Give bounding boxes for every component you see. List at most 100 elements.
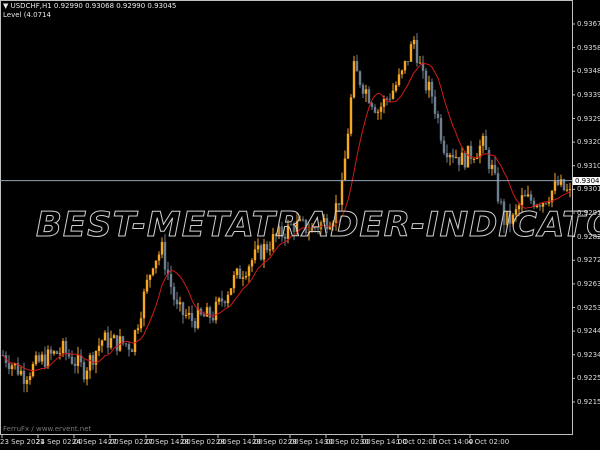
candle-body <box>412 39 416 45</box>
y-axis-label: 0.92820 <box>577 232 600 241</box>
candle-body <box>229 288 233 295</box>
candle-body <box>451 154 455 158</box>
candle-body <box>457 157 461 165</box>
candle-body <box>361 85 365 94</box>
candle-body <box>97 345 101 352</box>
candle-body <box>349 97 353 134</box>
candle-body <box>409 44 413 62</box>
current-level-label: 0.93045 <box>573 176 600 185</box>
candle-body <box>193 321 197 329</box>
candle-body <box>136 328 140 331</box>
candle-body <box>64 340 68 353</box>
candle-body <box>22 370 26 384</box>
candle-body <box>100 340 104 346</box>
y-axis-label: 0.92630 <box>577 279 600 288</box>
candle-body <box>376 111 380 113</box>
y-axis-label: 0.92345 <box>577 350 600 359</box>
candle-body <box>520 195 524 206</box>
candle-body <box>346 133 350 159</box>
candle-body <box>226 294 230 304</box>
candle-body <box>172 286 176 300</box>
candle-body <box>58 353 62 355</box>
candle-body <box>529 194 533 201</box>
x-axis-label: 1 Oct 02:00 <box>396 438 438 446</box>
candle-body <box>268 249 272 251</box>
candle-body <box>262 244 266 260</box>
y-axis-label: 0.93200 <box>577 138 600 147</box>
candle-body <box>415 39 419 63</box>
candle-body <box>487 149 491 169</box>
candle-body <box>190 312 194 322</box>
candle-body <box>181 302 185 316</box>
candle-body <box>352 61 356 98</box>
candle-body <box>568 189 572 191</box>
candle-body <box>454 157 458 159</box>
candle-body <box>463 152 467 168</box>
y-axis-label: 0.92535 <box>577 303 600 312</box>
candle-body <box>196 308 200 329</box>
candle-body <box>382 98 386 107</box>
candle-body <box>253 249 257 261</box>
y-axis-label: 0.93010 <box>577 185 600 194</box>
candle-body <box>484 135 488 150</box>
candle-body <box>76 354 80 366</box>
y-axis-label: 0.93580 <box>577 43 600 52</box>
candle-body <box>55 351 59 354</box>
candle-body <box>34 355 38 365</box>
candle-body <box>565 189 569 191</box>
candle-body <box>388 98 392 100</box>
y-axis-label: 0.92155 <box>577 398 600 406</box>
candle-body <box>163 241 167 270</box>
candle-body <box>460 152 464 165</box>
candle-body <box>472 158 476 160</box>
candle-body <box>553 181 557 191</box>
candle-body <box>187 312 191 315</box>
y-axis-label: 0.93675 <box>577 20 600 28</box>
indicator-level-label: Level (4.0714 <box>3 11 51 19</box>
candle-body <box>31 364 35 377</box>
candle-body <box>214 301 218 321</box>
candle-body <box>19 370 23 375</box>
candle-body <box>424 70 428 91</box>
candle-body <box>235 268 239 276</box>
candle-body <box>232 275 236 289</box>
candle-body <box>112 335 116 339</box>
candle-body <box>343 158 347 181</box>
candle-body <box>46 349 50 367</box>
candle-body <box>496 173 500 202</box>
candle-body <box>28 376 32 380</box>
candle-body <box>241 277 245 279</box>
candle-body <box>127 344 131 350</box>
candle-body <box>70 356 74 364</box>
candle-body <box>130 349 134 353</box>
candle-body <box>358 71 362 86</box>
candle-body <box>115 335 119 351</box>
candle-body <box>448 154 452 158</box>
candle-body <box>394 84 398 91</box>
candle-body <box>124 343 128 345</box>
candle-body <box>205 307 209 317</box>
candle-body <box>481 135 485 146</box>
candle-body <box>139 318 143 329</box>
candle-body <box>259 245 263 260</box>
candle-body <box>49 349 53 354</box>
candle-body <box>445 153 449 158</box>
candle-body <box>466 145 470 168</box>
candle-body <box>400 70 404 75</box>
candle-body <box>52 351 56 354</box>
candle-body <box>88 355 92 371</box>
candle-body <box>244 276 248 278</box>
candle-body <box>220 298 224 302</box>
candle-body <box>184 314 188 316</box>
candle-body <box>397 74 401 85</box>
x-axis-label: 4 Oct 02:00 <box>468 438 510 446</box>
candle-body <box>391 90 395 99</box>
y-axis-label: 0.92725 <box>577 256 600 265</box>
candle-body <box>250 260 254 267</box>
candle-body <box>217 298 221 302</box>
candle-body <box>211 317 215 321</box>
candle-body <box>85 370 89 380</box>
candle-body <box>106 332 110 348</box>
candle-body <box>223 301 227 304</box>
candle-body <box>43 354 47 367</box>
